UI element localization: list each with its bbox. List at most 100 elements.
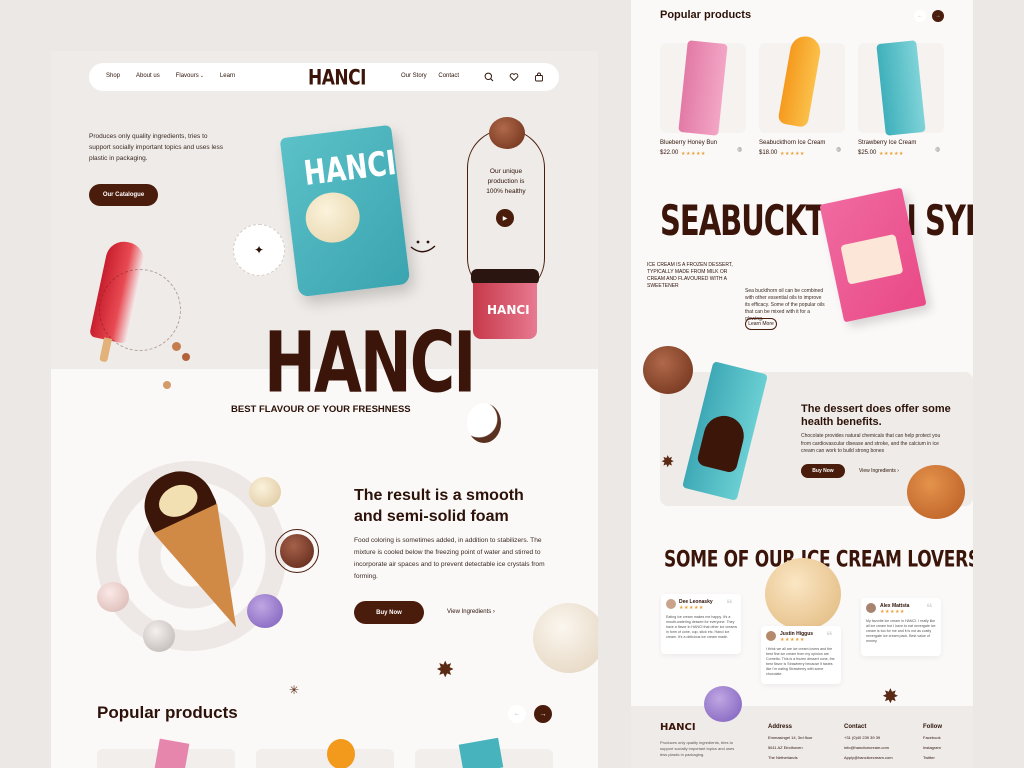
star-anise-icon: ✸ bbox=[436, 657, 455, 682]
address-title: Address bbox=[768, 724, 793, 730]
address-line: 5611 AZ Eindhoven bbox=[768, 745, 803, 750]
learn-more-button[interactable]: Learn More bbox=[745, 318, 777, 330]
hero-intro: Produces only quality ingredients, tries… bbox=[89, 133, 224, 162]
rating-stars: ★★★★★ bbox=[780, 637, 805, 643]
prev-arrow-button[interactable]: ← bbox=[508, 705, 526, 723]
star-anise-icon: ✳ bbox=[289, 683, 300, 697]
berry-scoop bbox=[97, 582, 129, 612]
play-icon: ▶ bbox=[502, 215, 508, 222]
next-arrow-button[interactable]: → bbox=[534, 705, 552, 723]
chevron-right-icon: › bbox=[897, 468, 899, 474]
vanilla-scoop bbox=[249, 477, 281, 507]
nav-about[interactable]: About us bbox=[136, 73, 160, 79]
address-line: Emmasingel 14, 3rd floor bbox=[768, 735, 813, 740]
view-ingredients-label: View Ingredients bbox=[447, 609, 492, 615]
contact-email[interactable]: info@hanciicecream.com bbox=[844, 745, 889, 750]
purple-scoop bbox=[704, 686, 742, 722]
product-name[interactable]: Seabuckthorn Ice Cream bbox=[759, 140, 825, 146]
nav-flavours[interactable]: Flavours bbox=[176, 73, 199, 79]
product-name[interactable]: Blueberry Honey Bun bbox=[660, 140, 717, 146]
chevron-right-icon: › bbox=[492, 609, 495, 615]
nav-learn[interactable]: Learn bbox=[220, 73, 235, 79]
quote-icon: ❝ bbox=[826, 629, 833, 643]
quote-icon: ❝ bbox=[926, 601, 933, 615]
rating-stars: ★★★★★ bbox=[879, 151, 904, 157]
health-heading: The dessert does offer some health benef… bbox=[801, 403, 951, 428]
desc-caps: ICE CREAM IS A FROZEN DESSERT, TYPICALLY… bbox=[647, 262, 733, 289]
search-icon[interactable] bbox=[484, 72, 494, 82]
contact-phone[interactable]: +31 (0)40 239 39 39 bbox=[844, 735, 880, 740]
play-button[interactable]: ▶ bbox=[496, 209, 514, 227]
pink-bar-peek bbox=[154, 738, 190, 768]
popular-title-right: Popular products bbox=[660, 9, 752, 21]
cart-icon[interactable]: ◍ bbox=[935, 146, 940, 153]
rating-stars: ★★★★★ bbox=[681, 151, 706, 157]
contact-title: Contact bbox=[844, 724, 867, 730]
buy-now-button[interactable]: Buy Now bbox=[354, 601, 424, 624]
follow-title: Follow bbox=[923, 724, 942, 730]
product-card[interactable] bbox=[256, 749, 394, 768]
footer-logo[interactable]: HANCI bbox=[660, 722, 696, 733]
view-ingredients-link[interactable]: View Ingredients › bbox=[447, 609, 495, 615]
star-anise-icon: ✸ bbox=[882, 686, 899, 708]
review-text: I think we all are ice cream lovers and … bbox=[766, 647, 835, 676]
blueberry-scoop bbox=[247, 594, 283, 628]
hazelnut bbox=[172, 342, 181, 351]
smiley-icon bbox=[410, 240, 436, 253]
hazelnut bbox=[182, 353, 190, 361]
healthy-text: Our unique production is 100% healthy bbox=[486, 168, 526, 195]
product-price: $22.00 bbox=[660, 150, 679, 156]
view-ingredients-link[interactable]: View Ingredients › bbox=[859, 468, 899, 474]
cart-icon[interactable]: ◍ bbox=[737, 146, 742, 153]
avatar bbox=[666, 599, 676, 609]
heart-icon[interactable] bbox=[509, 72, 519, 82]
feature-body: Food coloring is sometimes added, in add… bbox=[354, 537, 545, 580]
left-page: Shop About us Flavours ⌄ Learn HANCI Our… bbox=[51, 51, 598, 768]
selected-flavour[interactable] bbox=[275, 529, 319, 573]
chevron-down-icon: ⌄ bbox=[199, 73, 204, 79]
feature-heading: The result is a smooth and semi-solid fo… bbox=[354, 487, 524, 525]
cart-icon[interactable] bbox=[534, 72, 544, 82]
catalogue-button[interactable]: Our Catalogue bbox=[89, 184, 158, 206]
avatar bbox=[866, 603, 876, 613]
quote-icon: ❝ bbox=[726, 597, 733, 611]
cart-icon[interactable]: ◍ bbox=[836, 146, 841, 153]
prev-arrow-button[interactable]: ← bbox=[914, 10, 926, 22]
next-arrow-button[interactable]: → bbox=[932, 10, 944, 22]
product-price: $25.00 bbox=[858, 150, 877, 156]
nav-our-story[interactable]: Our Story bbox=[401, 73, 427, 79]
address-line: The Netherlands bbox=[768, 755, 798, 760]
review-text: My favorite ice cream in HANCI. I really… bbox=[866, 619, 936, 643]
teal-bar-peek bbox=[458, 737, 504, 768]
nav-contact[interactable]: Contact bbox=[438, 73, 459, 79]
best-selling-badge: ✦ bbox=[233, 224, 285, 276]
avatar bbox=[766, 631, 776, 641]
popsicle-ring bbox=[99, 269, 181, 351]
social-facebook[interactable]: Facebook bbox=[923, 735, 941, 740]
right-page: Popular products ← → Blueberry Honey Bun… bbox=[631, 0, 973, 768]
buy-now-button[interactable]: Buy Now bbox=[801, 464, 845, 478]
nav-left: Shop About us Flavours ⌄ Learn bbox=[106, 73, 235, 79]
chocolate-ball bbox=[643, 346, 693, 394]
view-ingredients-label: View Ingredients bbox=[859, 468, 896, 474]
product-name[interactable]: Strawberry Ice Cream bbox=[858, 140, 916, 146]
seabuckthorn-title: SEABUCKTHORN SYRUP bbox=[660, 196, 973, 246]
hero-title: HANCI bbox=[264, 313, 476, 412]
jam-jar: HANCI bbox=[471, 269, 539, 339]
product-price: $18.00 bbox=[759, 150, 778, 156]
popular-title: Popular products bbox=[97, 703, 238, 722]
nav-logo[interactable]: HANCI bbox=[308, 66, 366, 91]
star-anise-icon: ✸ bbox=[661, 454, 675, 471]
orange-pop-peek bbox=[327, 739, 355, 768]
chocolate-scoop bbox=[489, 117, 525, 149]
plus-icon: ✦ bbox=[253, 243, 265, 257]
vanilla-ball bbox=[765, 558, 841, 630]
ice-cream-pack: HANCI bbox=[279, 124, 411, 298]
nav-shop[interactable]: Shop bbox=[106, 73, 120, 79]
coconut bbox=[467, 403, 501, 443]
social-instagram[interactable]: Instagram bbox=[923, 745, 941, 750]
contact-apply[interactable]: Apply@hanciicecream.com bbox=[844, 755, 893, 760]
social-twitter[interactable]: Twitter bbox=[923, 755, 935, 760]
nav-right: Our Story Contact bbox=[401, 73, 459, 79]
hero-subtitle: BEST FLAVOUR OF YOUR FRESHNESS bbox=[231, 404, 411, 415]
